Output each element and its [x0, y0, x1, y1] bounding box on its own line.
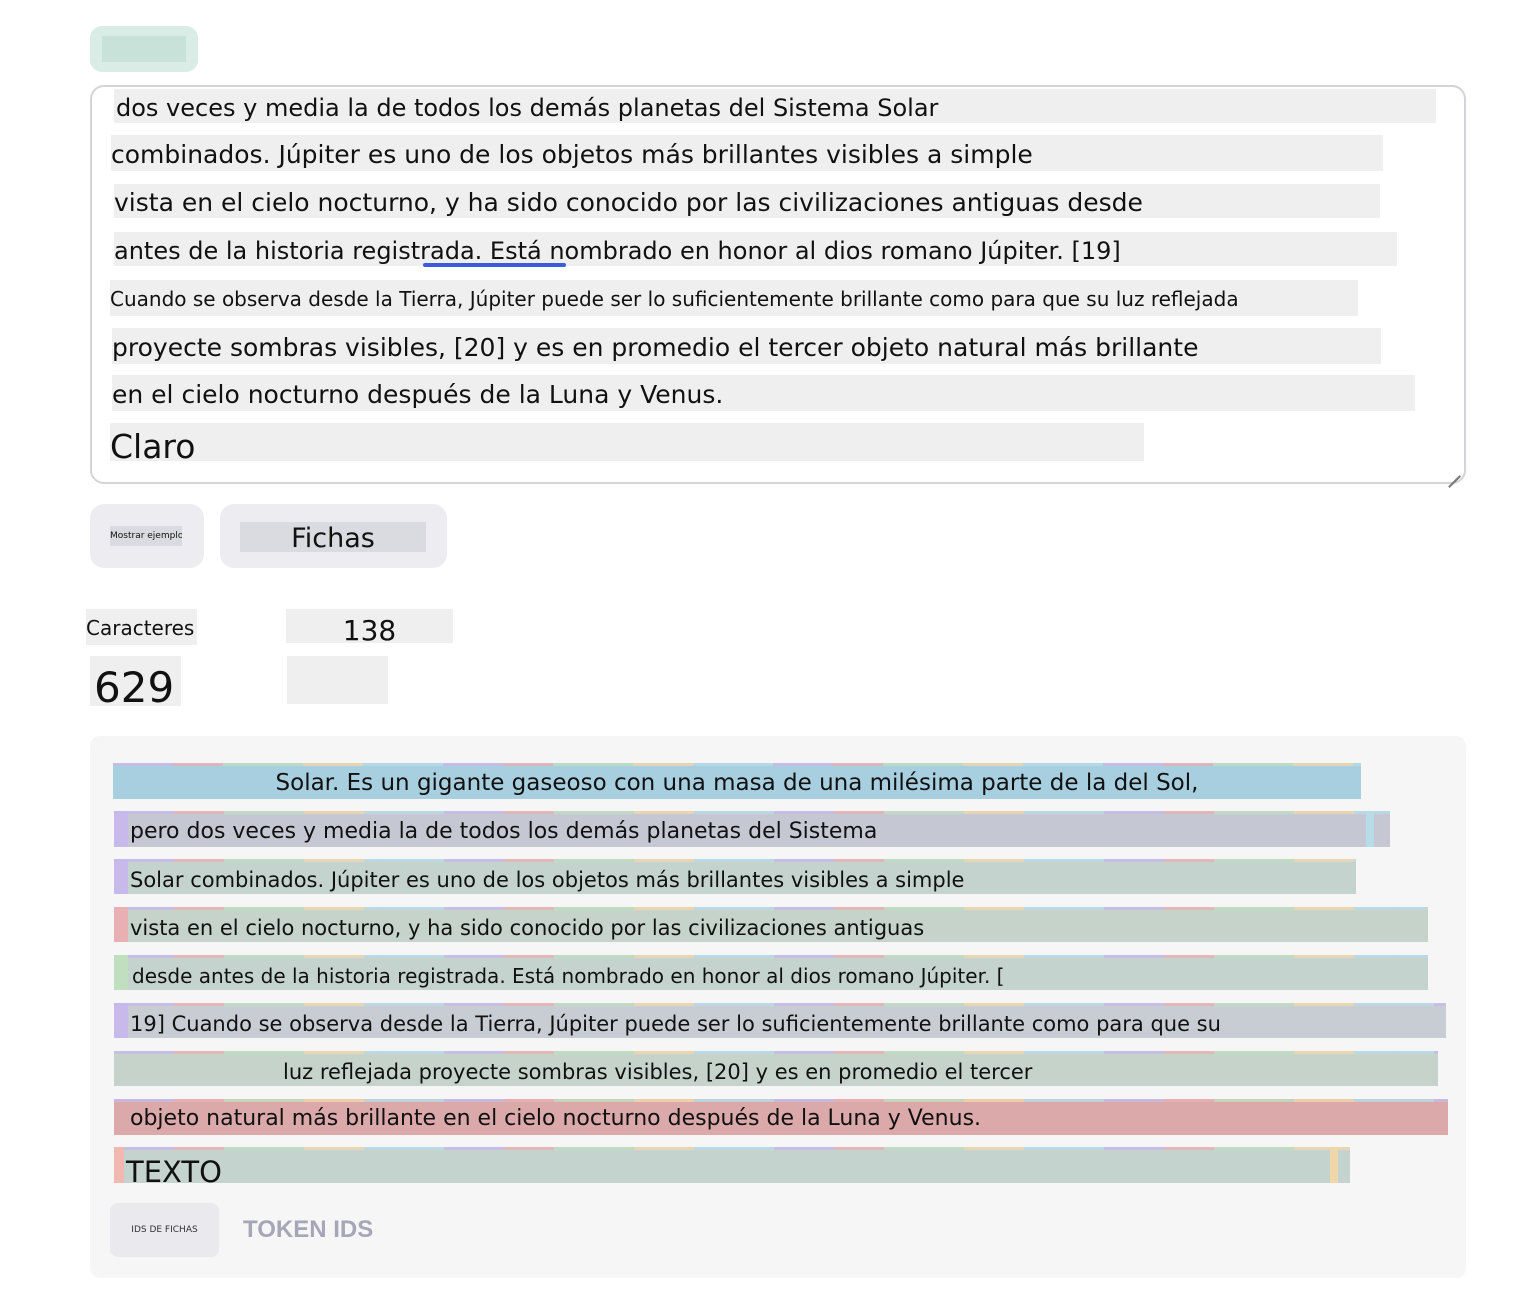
- input-line: antes de la historia registrada. Está no…: [114, 232, 1397, 266]
- input-line: Claro: [110, 423, 1144, 461]
- token-swatch: [114, 907, 128, 942]
- tokenized-output-panel: Solar. Es un gigante gaseoso con una mas…: [90, 736, 1466, 1278]
- token-line: objeto natural más brillante en el cielo…: [114, 1099, 1448, 1135]
- input-line: dos veces y media la de todos los demás …: [114, 89, 1436, 123]
- tokens-button[interactable]: Fichas: [220, 504, 447, 568]
- token-ids-toggle[interactable]: IDS DE FICHAS: [110, 1203, 219, 1257]
- token-ids-label[interactable]: TOKEN IDS: [243, 1214, 373, 1246]
- tokens-count: 138: [286, 609, 453, 647]
- token-swatch: [114, 1147, 124, 1183]
- input-line: en el cielo nocturno después de la Luna …: [112, 375, 1415, 411]
- selection-underline: [423, 263, 566, 267]
- token-line: 19] Cuando se observa desde la Tierra, J…: [114, 1003, 1446, 1038]
- token-line: pero dos veces y media la de todos los d…: [114, 811, 1390, 847]
- model-selector-label: [102, 36, 186, 62]
- token-line: Solar combinados. Júpiter es uno de los …: [114, 859, 1356, 894]
- input-line: proyecte sombras visibles, [20] y es en …: [112, 328, 1381, 364]
- token-line: vista en el cielo nocturno, y ha sido co…: [114, 907, 1428, 942]
- show-example-button[interactable]: Mostrar ejemplo: [90, 504, 204, 568]
- text-input-area[interactable]: dos veces y media la de todos los demás …: [90, 85, 1466, 484]
- token-swatch: [1366, 811, 1374, 847]
- tokens-label: [287, 656, 388, 704]
- characters-count: 629: [90, 656, 181, 712]
- input-line: combinados. Júpiter es uno de los objeto…: [111, 135, 1383, 171]
- token-swatch: [1330, 1147, 1338, 1183]
- characters-label: Caracteres: [86, 609, 197, 645]
- tokens-button-label: Fichas: [240, 522, 426, 554]
- token-line: Solar. Es un gigante gaseoso con una mas…: [113, 763, 1361, 799]
- token-swatch: [114, 859, 128, 894]
- token-swatch: [114, 811, 128, 847]
- input-line: Cuando se observa desde la Tierra, Júpit…: [110, 280, 1358, 316]
- token-line: TEXTO: [114, 1147, 1350, 1183]
- input-line: vista en el cielo nocturno, y ha sido co…: [114, 184, 1380, 218]
- model-selector-button[interactable]: [90, 26, 198, 72]
- token-line: luz reflejada proyecte sombras visibles,…: [114, 1051, 1438, 1086]
- token-swatch: [114, 955, 128, 990]
- show-example-label: Mostrar ejemplo: [110, 526, 182, 546]
- token-swatch: [114, 1003, 128, 1038]
- resize-handle-icon[interactable]: [1446, 464, 1460, 478]
- token-line: desde antes de la historia registrada. E…: [114, 955, 1428, 990]
